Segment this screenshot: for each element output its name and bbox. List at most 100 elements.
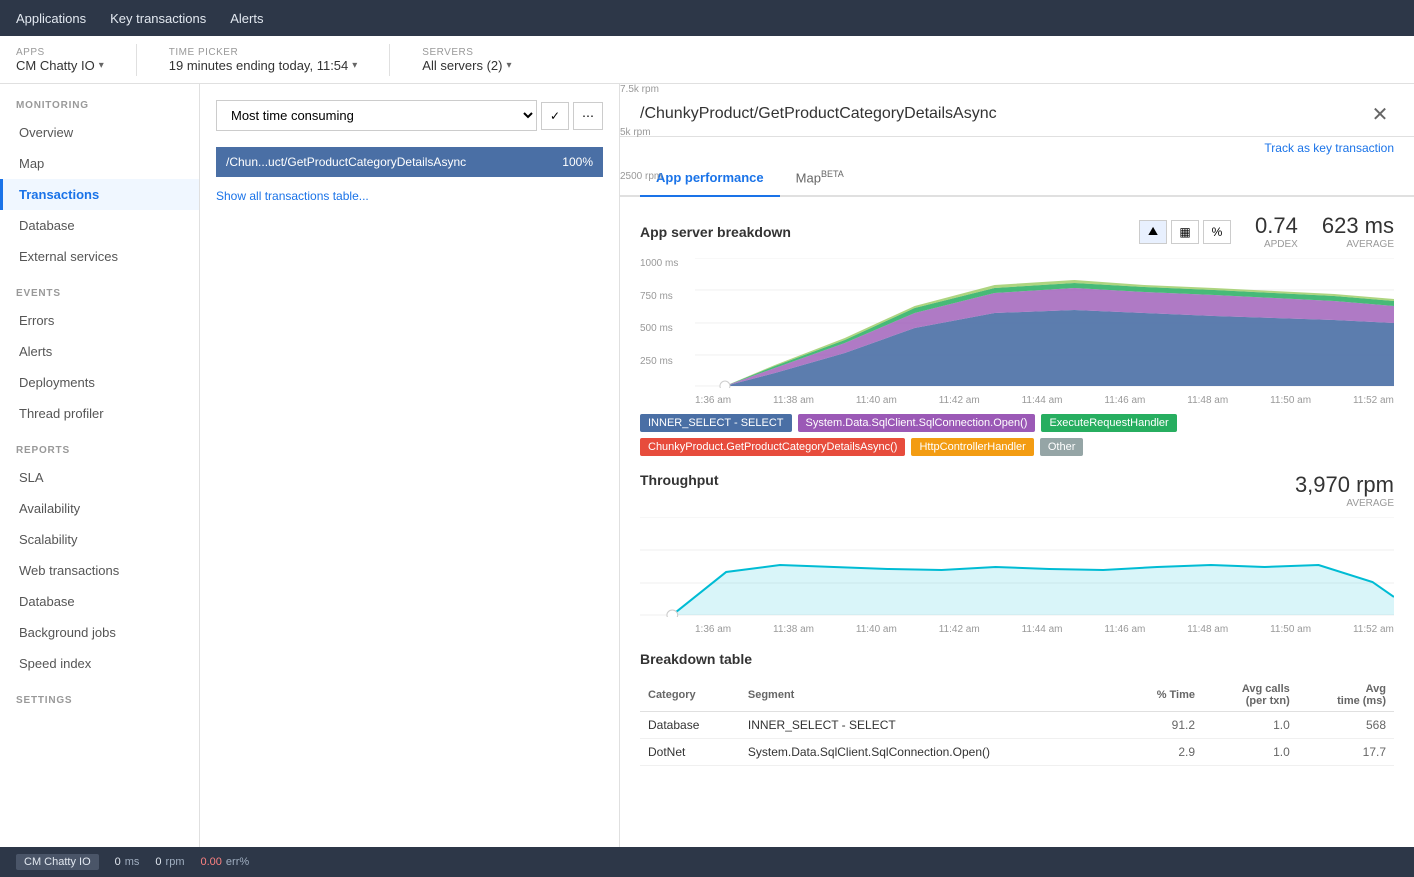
- divider-1: [136, 44, 137, 76]
- average-value: 623 ms: [1322, 213, 1394, 239]
- breakdown-chart-header: App server breakdown ⛰ ▦ % 0.74 APDEX: [640, 213, 1394, 250]
- detail-panel: /ChunkyProduct/GetProductCategoryDetails…: [620, 84, 1414, 847]
- status-ms-value: 0: [115, 856, 121, 868]
- col-category: Category: [640, 679, 740, 712]
- table-row: Database INNER_SELECT - SELECT 91.2 1.0 …: [640, 712, 1394, 739]
- chart-bar-btn[interactable]: ▦: [1171, 220, 1199, 244]
- throughput-label: AVERAGE: [1295, 498, 1394, 509]
- sidebar-item-speed-index[interactable]: Speed index: [0, 648, 199, 679]
- breakdown-y-labels: 1000 ms 750 ms 500 ms 250 ms: [640, 258, 695, 388]
- dropdown-expand-icon[interactable]: ⋯: [573, 102, 603, 130]
- chart-legend: INNER_SELECT - SELECT System.Data.SqlCli…: [640, 414, 1394, 456]
- legend-sql-connection[interactable]: System.Data.SqlClient.SqlConnection.Open…: [798, 414, 1036, 432]
- close-button[interactable]: ✕: [1366, 100, 1394, 128]
- sidebar-item-map[interactable]: Map: [0, 148, 199, 179]
- timepicker-label: TIME PICKER: [169, 47, 358, 58]
- app-server-breakdown-section: App server breakdown ⛰ ▦ % 0.74 APDEX: [620, 197, 1414, 472]
- dropdown-check-icon[interactable]: ✓: [541, 102, 569, 130]
- sidebar-item-web-transactions[interactable]: Web transactions: [0, 555, 199, 586]
- legend-inner-select[interactable]: INNER_SELECT - SELECT: [640, 414, 792, 432]
- sidebar-item-deployments[interactable]: Deployments: [0, 367, 199, 398]
- reports-section-label: REPORTS: [0, 429, 199, 462]
- sidebar-item-overview[interactable]: Overview: [0, 117, 199, 148]
- dropdown-bar: Most time consuming ✓ ⋯: [216, 100, 603, 131]
- status-rpm-value: 0: [155, 856, 161, 868]
- sidebar-item-scalability[interactable]: Scalability: [0, 524, 199, 555]
- transaction-name: /Chun...uct/GetProductCategoryDetailsAsy…: [226, 155, 466, 169]
- timepicker-dropdown[interactable]: 19 minutes ending today, 11:54 ▾: [169, 58, 358, 73]
- show-all-link[interactable]: Show all transactions table...: [216, 189, 369, 203]
- chart-pct-btn[interactable]: %: [1203, 220, 1231, 244]
- sidebar-item-sla[interactable]: SLA: [0, 462, 199, 493]
- status-bar: CM Chatty IO 0 ms 0 rpm 0.00 err%: [0, 847, 1414, 877]
- sidebar-item-thread-profiler[interactable]: Thread profiler: [0, 398, 199, 429]
- timepicker-chevron-icon: ▾: [352, 60, 357, 71]
- row2-calls: 1.0: [1203, 739, 1298, 766]
- sidebar-item-external-services[interactable]: External services: [0, 241, 199, 272]
- chart-area-btn[interactable]: ⛰: [1139, 220, 1167, 244]
- breakdown-table: Category Segment % Time Avg calls(per tx…: [640, 679, 1394, 766]
- nav-key-transactions[interactable]: Key transactions: [110, 5, 206, 32]
- sidebar-item-availability[interactable]: Availability: [0, 493, 199, 524]
- throughput-header: Throughput 3,970 rpm AVERAGE: [640, 472, 1394, 509]
- app-bar: APPS CM Chatty IO ▾ TIME PICKER 19 minut…: [0, 36, 1414, 84]
- sidebar-item-database[interactable]: Database: [0, 210, 199, 241]
- monitoring-section-label: MONITORING: [0, 84, 199, 117]
- events-section-label: EVENTS: [0, 272, 199, 305]
- legend-execute-request[interactable]: ExecuteRequestHandler: [1041, 414, 1176, 432]
- main-content: Most time consuming ✓ ⋯ /Chun...uct/GetP…: [200, 84, 1414, 847]
- tab-bar: App performance MapBETA: [620, 159, 1414, 197]
- throughput-stats: 3,970 rpm AVERAGE: [1295, 472, 1394, 509]
- apdex-label: APDEX: [1255, 239, 1298, 250]
- row1-time: 568: [1298, 712, 1394, 739]
- servers-section: SERVERS All servers (2) ▾: [422, 47, 511, 73]
- transaction-pct: 100%: [562, 155, 593, 169]
- legend-http-controller[interactable]: HttpControllerHandler: [911, 438, 1033, 456]
- row2-category: DotNet: [640, 739, 740, 766]
- row2-segment: System.Data.SqlClient.SqlConnection.Open…: [740, 739, 1123, 766]
- throughput-chart-area: [640, 517, 1394, 620]
- apps-chevron-icon: ▾: [99, 60, 104, 71]
- breakdown-table-section: Breakdown table Category Segment % Time …: [620, 651, 1414, 782]
- nav-alerts[interactable]: Alerts: [230, 5, 263, 32]
- top-nav: Applications Key transactions Alerts: [0, 0, 1414, 36]
- sidebar-item-alerts[interactable]: Alerts: [0, 336, 199, 367]
- breakdown-x-labels: 1:36 am 11:38 am 11:40 am 11:42 am 11:44…: [695, 395, 1394, 406]
- throughput-chart-wrapper: 7.5k rpm 5k rpm 2500 rpm: [640, 517, 1394, 620]
- status-err-value: 0.00: [201, 856, 222, 868]
- status-rpm: 0 rpm: [155, 856, 184, 868]
- throughput-section: Throughput 3,970 rpm AVERAGE 7.5k rpm 5k…: [620, 472, 1414, 651]
- breakdown-table-title: Breakdown table: [640, 651, 1394, 667]
- tab-map[interactable]: MapBETA: [780, 159, 860, 197]
- row1-calls: 1.0: [1203, 712, 1298, 739]
- sidebar: MONITORING Overview Map Transactions Dat…: [0, 84, 200, 847]
- servers-chevron-icon: ▾: [506, 60, 511, 71]
- legend-other[interactable]: Other: [1040, 438, 1084, 456]
- col-pct-time: % Time: [1123, 679, 1204, 712]
- sidebar-item-database-report[interactable]: Database: [0, 586, 199, 617]
- detail-header: /ChunkyProduct/GetProductCategoryDetails…: [620, 84, 1414, 137]
- servers-dropdown[interactable]: All servers (2) ▾: [422, 58, 511, 73]
- row1-segment: INNER_SELECT - SELECT: [740, 712, 1123, 739]
- apps-section: APPS CM Chatty IO ▾: [16, 47, 104, 73]
- throughput-title: Throughput: [640, 472, 719, 488]
- timepicker-section: TIME PICKER 19 minutes ending today, 11:…: [169, 47, 358, 73]
- average-stat: 623 ms AVERAGE: [1322, 213, 1394, 250]
- track-key-link[interactable]: Track as key transaction: [1264, 141, 1394, 155]
- status-app-name: CM Chatty IO: [16, 854, 99, 870]
- status-err-label: err%: [226, 856, 249, 868]
- apps-dropdown[interactable]: CM Chatty IO ▾: [16, 58, 104, 73]
- nav-applications[interactable]: Applications: [16, 5, 86, 32]
- sort-dropdown[interactable]: Most time consuming: [216, 100, 537, 131]
- sidebar-item-errors[interactable]: Errors: [0, 305, 199, 336]
- divider-2: [389, 44, 390, 76]
- sidebar-item-background-jobs[interactable]: Background jobs: [0, 617, 199, 648]
- throughput-value: 3,970 rpm: [1295, 472, 1394, 498]
- legend-chunky-product[interactable]: ChunkyProduct.GetProductCategoryDetailsA…: [640, 438, 905, 456]
- sidebar-item-transactions[interactable]: Transactions: [0, 179, 199, 210]
- table-row: DotNet System.Data.SqlClient.SqlConnecti…: [640, 739, 1394, 766]
- detail-title: /ChunkyProduct/GetProductCategoryDetails…: [640, 105, 997, 123]
- row2-pct: 2.9: [1123, 739, 1204, 766]
- average-label: AVERAGE: [1322, 239, 1394, 250]
- transaction-row[interactable]: /Chun...uct/GetProductCategoryDetailsAsy…: [216, 147, 603, 177]
